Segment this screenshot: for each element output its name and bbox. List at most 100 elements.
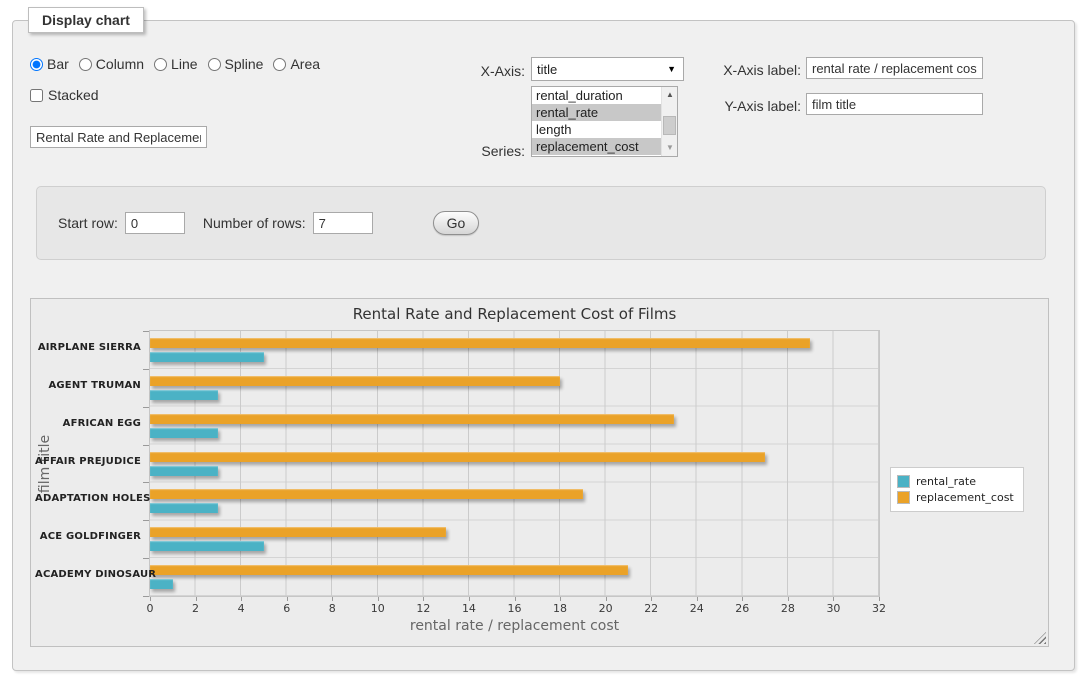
x-axis-label: X-Axis: bbox=[393, 63, 525, 79]
x-axis-tick-label: 16 bbox=[502, 602, 528, 615]
radio-label-spline: Spline bbox=[225, 56, 264, 72]
num-rows-label: Number of rows: bbox=[203, 215, 306, 231]
radio-label-column: Column bbox=[96, 56, 144, 72]
series-label: Series: bbox=[393, 143, 525, 159]
resize-handle-icon[interactable] bbox=[1034, 632, 1046, 644]
category-label: AFFAIR PREJUDICE bbox=[35, 456, 141, 470]
chart-type-option-bar: Bar bbox=[30, 56, 69, 72]
stacked-label: Stacked bbox=[48, 87, 99, 103]
series-option-replacement_cost[interactable]: replacement_cost bbox=[532, 138, 677, 155]
category-label: AFRICAN EGG bbox=[35, 418, 141, 432]
y-axis-tick bbox=[143, 596, 149, 597]
bar-replacement_cost-agent-truman bbox=[150, 376, 560, 386]
x-axis-tick bbox=[196, 597, 197, 601]
x-axis-tick bbox=[469, 597, 470, 601]
chart-title: Rental Rate and Replacement Cost of Film… bbox=[149, 305, 880, 323]
x-axis-tick bbox=[879, 597, 880, 601]
x-axis-tick-label: 20 bbox=[593, 602, 619, 615]
category-label: ACADEMY DINOSAUR bbox=[35, 569, 141, 583]
x-axis-tick bbox=[788, 597, 789, 601]
series-option-length[interactable]: length bbox=[532, 121, 677, 138]
category-label: ACE GOLDFINGER bbox=[35, 531, 141, 545]
scroll-down-icon[interactable]: ▼ bbox=[662, 140, 678, 156]
chart-type-option-column: Column bbox=[79, 56, 144, 72]
x-axis-tick bbox=[560, 597, 561, 601]
y-axis-tick bbox=[143, 407, 149, 408]
x-axis-label-input[interactable] bbox=[806, 57, 983, 79]
x-axis-tick-label: 24 bbox=[684, 602, 710, 615]
page: Display chart Bar Column Line Spline Area St… bbox=[0, 0, 1081, 681]
bar-rental_rate-adaptation-holes bbox=[150, 503, 218, 513]
bar-replacement_cost-adaptation-holes bbox=[150, 489, 583, 499]
bar-rental_rate-affair-prejudice bbox=[150, 466, 218, 476]
x-axis-label-field-label: X-Axis label: bbox=[613, 62, 801, 78]
x-axis-tick bbox=[423, 597, 424, 601]
y-axis-label-field-label: Y-Axis label: bbox=[613, 98, 801, 114]
y-axis-label-input[interactable] bbox=[806, 93, 983, 115]
bar-replacement_cost-affair-prejudice bbox=[150, 452, 765, 462]
x-axis-tick-label: 14 bbox=[456, 602, 482, 615]
x-axis-tick bbox=[287, 597, 288, 601]
chart-legend: rental_rate replacement_cost bbox=[890, 467, 1024, 512]
bar-replacement_cost-airplane-sierra bbox=[150, 338, 810, 348]
x-axis-tick-label: 10 bbox=[365, 602, 391, 615]
x-axis-tick-label: 4 bbox=[228, 602, 254, 615]
x-axis-tick bbox=[833, 597, 834, 601]
display-chart-fieldset: Display chart BarColumnLineSplineArea St… bbox=[12, 20, 1075, 671]
stacked-row: Stacked bbox=[30, 87, 99, 103]
num-rows-input[interactable] bbox=[313, 212, 373, 234]
legend-item-replacement_cost: replacement_cost bbox=[897, 491, 1014, 504]
radio-label-area: Area bbox=[290, 56, 320, 72]
bar-rental_rate-academy-dinosaur bbox=[150, 579, 173, 589]
radio-spline[interactable] bbox=[208, 58, 221, 71]
x-axis-tick-label: 18 bbox=[547, 602, 573, 615]
radio-label-line: Line bbox=[171, 56, 197, 72]
chart-type-option-line: Line bbox=[154, 56, 197, 72]
x-axis-tick-label: 26 bbox=[729, 602, 755, 615]
x-axis-tick-label: 32 bbox=[866, 602, 892, 615]
x-axis-tick-label: 2 bbox=[183, 602, 209, 615]
x-axis-tick bbox=[515, 597, 516, 601]
bar-replacement_cost-african-egg bbox=[150, 414, 674, 424]
category-label: AIRPLANE SIERRA bbox=[35, 342, 141, 356]
radio-bar[interactable] bbox=[30, 58, 43, 71]
x-axis-tick-label: 12 bbox=[410, 602, 436, 615]
chart-title-input[interactable] bbox=[30, 126, 207, 148]
x-axis-tick-label: 6 bbox=[274, 602, 300, 615]
category-label: ADAPTATION HOLES bbox=[35, 493, 141, 507]
legend-item-rental_rate: rental_rate bbox=[897, 475, 1014, 488]
x-axis-tick-label: 0 bbox=[137, 602, 163, 615]
x-axis-tick bbox=[697, 597, 698, 601]
y-axis-tick bbox=[143, 331, 149, 332]
radio-line[interactable] bbox=[154, 58, 167, 71]
x-axis-tick bbox=[606, 597, 607, 601]
stacked-checkbox[interactable] bbox=[30, 89, 43, 102]
legend-swatch-replacement_cost bbox=[897, 491, 910, 504]
chart-type-option-area: Area bbox=[273, 56, 320, 72]
x-axis-tick bbox=[742, 597, 743, 601]
x-axis-tick bbox=[241, 597, 242, 601]
start-row-input[interactable] bbox=[125, 212, 185, 234]
bar-rental_rate-agent-truman bbox=[150, 390, 218, 400]
y-axis-tick bbox=[143, 445, 149, 446]
plot-area bbox=[149, 330, 880, 597]
scrollbar-thumb[interactable] bbox=[663, 116, 676, 135]
go-button[interactable]: Go bbox=[433, 211, 480, 235]
legend-swatch-rental_rate bbox=[897, 475, 910, 488]
radio-column[interactable] bbox=[79, 58, 92, 71]
bar-rental_rate-african-egg bbox=[150, 428, 218, 438]
x-axis-tick-label: 28 bbox=[775, 602, 801, 615]
bar-rental_rate-airplane-sierra bbox=[150, 352, 264, 362]
start-row-label: Start row: bbox=[58, 215, 118, 231]
rows-panel: Start row: Number of rows: Go bbox=[36, 186, 1046, 260]
x-axis-tick-label: 22 bbox=[638, 602, 664, 615]
chart-type-radio-group: Bar Column Line Spline Area bbox=[30, 56, 330, 72]
y-axis-tick bbox=[143, 369, 149, 370]
y-axis-tick bbox=[143, 482, 149, 483]
fieldset-legend: Display chart bbox=[28, 7, 144, 33]
bar-replacement_cost-ace-goldfinger bbox=[150, 527, 446, 537]
y-axis-tick bbox=[143, 520, 149, 521]
chart-type-option-spline: Spline bbox=[208, 56, 264, 72]
series-multiselect[interactable]: rental_durationrental_ratelengthreplacem… bbox=[531, 86, 678, 157]
radio-area[interactable] bbox=[273, 58, 286, 71]
